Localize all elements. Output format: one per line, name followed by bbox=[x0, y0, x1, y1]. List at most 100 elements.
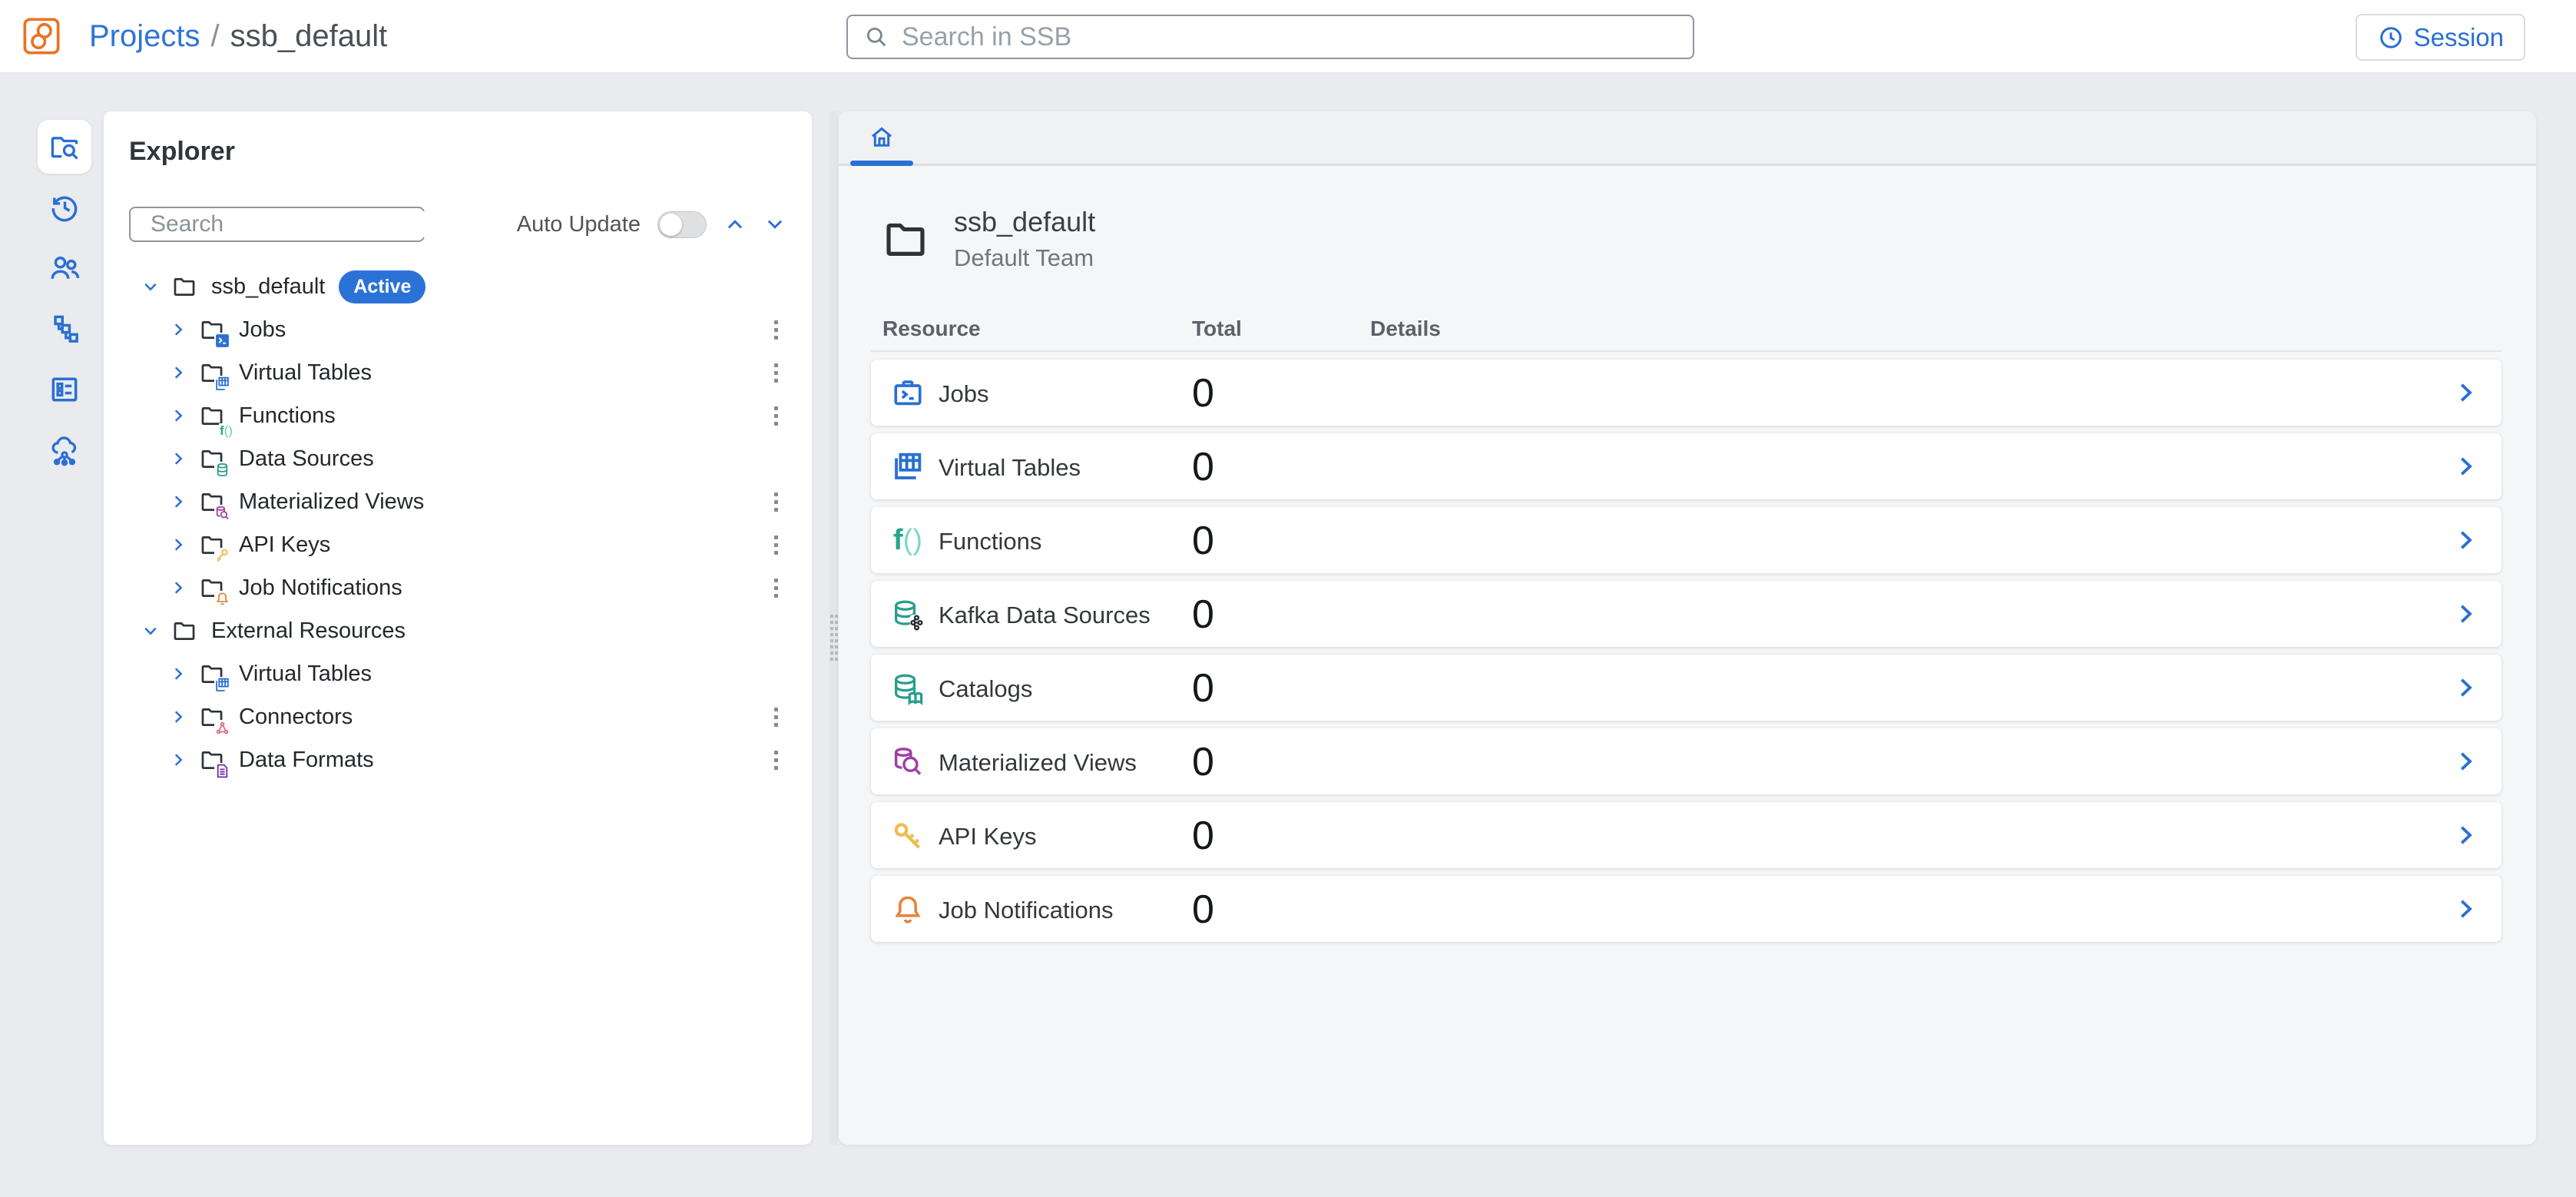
chevron-right-icon[interactable] bbox=[2451, 894, 2480, 923]
chevron-right-icon[interactable] bbox=[2451, 821, 2480, 850]
tree-row-data-sources[interactable]: Data Sources bbox=[104, 437, 812, 480]
chevron-right-icon[interactable] bbox=[2451, 452, 2480, 481]
app-header: Projects / ssb_default Session bbox=[0, 0, 2576, 74]
chevron-right-icon[interactable] bbox=[168, 406, 188, 426]
left-rail bbox=[38, 120, 91, 484]
kebab-menu-icon[interactable] bbox=[763, 572, 789, 603]
tree-label: Connectors bbox=[239, 705, 353, 730]
data-formats-folder-icon bbox=[199, 747, 225, 773]
tree-row-jobs[interactable]: Jobs bbox=[104, 308, 812, 351]
jobs-folder-icon bbox=[199, 317, 225, 343]
tree-row-connectors[interactable]: Connectors bbox=[104, 695, 812, 738]
session-button[interactable]: Session bbox=[2356, 14, 2525, 61]
tree-row-api-keys[interactable]: API Keys bbox=[104, 523, 812, 566]
kebab-menu-icon[interactable] bbox=[763, 314, 789, 345]
expand-all-icon[interactable] bbox=[763, 213, 786, 236]
rail-item-lineage[interactable] bbox=[38, 302, 91, 356]
resource-row-api-keys[interactable]: API Keys 0 bbox=[871, 802, 2502, 868]
global-search-input[interactable] bbox=[902, 22, 1677, 52]
resource-total: 0 bbox=[1192, 813, 1214, 859]
chevron-right-icon[interactable] bbox=[168, 664, 188, 684]
tree-row-external-resources[interactable]: External Resources bbox=[104, 609, 812, 652]
chevron-right-icon[interactable] bbox=[2451, 673, 2480, 702]
explorer-search[interactable] bbox=[129, 207, 425, 242]
table-badge-icon bbox=[214, 677, 230, 693]
rail-item-teams[interactable] bbox=[38, 241, 91, 295]
chevron-right-icon[interactable] bbox=[168, 707, 188, 727]
data-sources-folder-icon bbox=[199, 446, 225, 472]
rail-item-catalog-list[interactable] bbox=[38, 363, 91, 416]
chevron-down-icon[interactable] bbox=[141, 277, 161, 297]
panel-resize-divider[interactable] bbox=[829, 111, 838, 1145]
tree-row-job-notifications[interactable]: Job Notifications bbox=[104, 566, 812, 609]
resource-label: Jobs bbox=[939, 380, 988, 408]
resource-row-functions[interactable]: f() Functions 0 bbox=[871, 507, 2502, 573]
folder-icon bbox=[880, 215, 931, 263]
chevron-right-icon[interactable] bbox=[2451, 747, 2480, 776]
chevron-right-icon[interactable] bbox=[168, 750, 188, 770]
explorer-search-input[interactable] bbox=[151, 211, 447, 237]
chevron-right-icon[interactable] bbox=[2451, 378, 2480, 407]
checklist-icon bbox=[48, 373, 81, 406]
ssb-logo-icon bbox=[22, 17, 61, 55]
resource-row-catalogs[interactable]: Catalogs 0 bbox=[871, 655, 2502, 721]
resource-total: 0 bbox=[1192, 665, 1214, 711]
chevron-right-icon[interactable] bbox=[168, 449, 188, 469]
connector-badge-icon bbox=[214, 720, 230, 736]
virtual-tables-icon bbox=[890, 449, 925, 484]
active-badge: Active bbox=[339, 270, 425, 303]
collapse-all-icon[interactable] bbox=[723, 213, 747, 236]
breadcrumb-projects-link[interactable]: Projects bbox=[89, 19, 200, 54]
resource-row-virtual-tables[interactable]: Virtual Tables 0 bbox=[871, 433, 2502, 499]
kebab-menu-icon[interactable] bbox=[763, 529, 789, 560]
tree-row-ssb-default[interactable]: ssb_default Active bbox=[104, 265, 812, 308]
explorer-controls: Auto Update bbox=[129, 207, 786, 242]
history-icon bbox=[48, 191, 81, 224]
rail-item-history[interactable] bbox=[38, 181, 91, 234]
chevron-right-icon[interactable] bbox=[168, 578, 188, 598]
resource-label: Materialized Views bbox=[939, 749, 1137, 777]
session-button-label: Session bbox=[2414, 23, 2504, 52]
resource-row-materialized-views[interactable]: Materialized Views 0 bbox=[871, 728, 2502, 794]
table-badge-icon bbox=[214, 376, 230, 392]
kebab-menu-icon[interactable] bbox=[763, 400, 789, 431]
rail-item-explorer[interactable] bbox=[38, 120, 91, 174]
kebab-menu-icon[interactable] bbox=[763, 744, 789, 775]
tree-label: Jobs bbox=[239, 317, 286, 343]
chevron-right-icon[interactable] bbox=[168, 492, 188, 512]
tree-label: Job Notifications bbox=[239, 575, 402, 601]
kebab-menu-icon[interactable] bbox=[763, 486, 789, 517]
tree-row-data-formats[interactable]: Data Formats bbox=[104, 738, 812, 781]
resource-label: Virtual Tables bbox=[939, 454, 1081, 482]
tree-label: Materialized Views bbox=[239, 489, 424, 515]
chevron-right-icon[interactable] bbox=[2451, 599, 2480, 628]
tree-label: Virtual Tables bbox=[239, 662, 372, 687]
project-title-block: ssb_default Default Team bbox=[871, 206, 2502, 272]
chevron-right-icon[interactable] bbox=[168, 320, 188, 340]
flow-tree-icon bbox=[48, 312, 81, 346]
resource-row-kafka-data-sources[interactable]: Kafka Data Sources 0 bbox=[871, 581, 2502, 647]
tree-label: Data Sources bbox=[239, 446, 374, 472]
tree-row-materialized-views[interactable]: Materialized Views bbox=[104, 480, 812, 523]
folder-icon bbox=[171, 274, 197, 300]
resource-row-job-notifications[interactable]: Job Notifications 0 bbox=[871, 876, 2502, 942]
chevron-right-icon[interactable] bbox=[2451, 526, 2480, 555]
kebab-menu-icon[interactable] bbox=[763, 357, 789, 388]
global-search[interactable] bbox=[846, 15, 1694, 59]
resource-row-jobs[interactable]: Jobs 0 bbox=[871, 360, 2502, 426]
tab-home[interactable] bbox=[850, 111, 913, 164]
tree-label: Virtual Tables bbox=[239, 360, 372, 386]
auto-update-toggle[interactable] bbox=[657, 211, 707, 238]
resource-label: Kafka Data Sources bbox=[939, 602, 1151, 629]
tree-row-virtual-tables[interactable]: Virtual Tables bbox=[104, 351, 812, 394]
kebab-menu-icon[interactable] bbox=[763, 701, 789, 732]
column-details: Details bbox=[1370, 317, 1441, 341]
chevron-right-icon[interactable] bbox=[168, 535, 188, 555]
chevron-right-icon[interactable] bbox=[168, 363, 188, 383]
tree-row-functions[interactable]: f() Functions bbox=[104, 394, 812, 437]
tree-row-ext-virtual-tables[interactable]: Virtual Tables bbox=[104, 652, 812, 695]
drag-handle-icon[interactable] bbox=[829, 615, 838, 661]
chevron-down-icon[interactable] bbox=[141, 621, 161, 641]
resource-total: 0 bbox=[1192, 370, 1214, 416]
rail-item-cloud-cluster[interactable] bbox=[38, 423, 91, 477]
